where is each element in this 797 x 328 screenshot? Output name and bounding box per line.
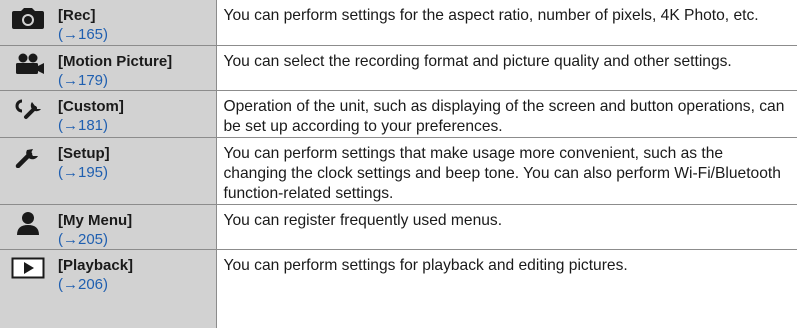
description: You can perform settings that make usage…	[215, 137, 797, 205]
description: You can perform settings for playback an…	[215, 249, 797, 328]
page-ref-link[interactable]: (→206)	[58, 275, 210, 294]
page-ref-link[interactable]: (→165)	[58, 25, 210, 44]
table-row: [My Menu] (→205) You can register freque…	[0, 204, 797, 250]
description: You can select the recording format and …	[215, 45, 797, 91]
menu-label: [Playback]	[58, 256, 134, 274]
menu-name-cell: [Rec] (→165)	[58, 0, 216, 46]
table-row: [Motion Picture] (→179) You can select t…	[0, 45, 797, 91]
motion-picture-icon	[10, 52, 46, 76]
table-row: [Setup] (→195) You can perform settings …	[0, 137, 797, 205]
page-ref-link[interactable]: (→205)	[58, 230, 210, 249]
menu-label: [My Menu]	[58, 211, 133, 229]
wrench-icon	[10, 144, 46, 168]
menu-label: [Setup]	[58, 144, 110, 162]
page-ref-link[interactable]: (→179)	[58, 71, 210, 90]
menu-name-cell: [Motion Picture] (→179)	[58, 45, 216, 91]
icon-cell	[0, 0, 58, 46]
table-row: [Rec] (→165) You can perform settings fo…	[0, 0, 797, 46]
menu-label: [Custom]	[58, 97, 124, 115]
page-ref-link[interactable]: (→195)	[58, 163, 210, 182]
icon-cell	[0, 45, 58, 91]
description: You can register frequently used menus.	[215, 204, 797, 250]
icon-cell	[0, 249, 58, 328]
menu-label: [Rec]	[58, 7, 96, 24]
icon-cell	[0, 90, 58, 138]
custom-icon	[10, 97, 46, 121]
menu-name-cell: [Setup] (→195)	[58, 137, 216, 205]
description: You can perform settings for the aspect …	[215, 0, 797, 46]
menu-label: [Motion Picture]	[58, 52, 173, 70]
menu-name-cell: [Playback] (→206)	[58, 249, 216, 328]
playback-icon	[10, 256, 46, 280]
table-row: [Custom] (→181) Operation of the unit, s…	[0, 90, 797, 138]
camera-icon	[10, 6, 46, 30]
page-ref-link[interactable]: (→181)	[58, 116, 210, 135]
menu-table: [Rec] (→165) You can perform settings fo…	[0, 0, 797, 328]
person-icon	[10, 211, 46, 235]
menu-name-cell: [Custom] (→181)	[58, 90, 216, 138]
table-row: [Playback] (→206) You can perform settin…	[0, 249, 797, 328]
menu-name-cell: [My Menu] (→205)	[58, 204, 216, 250]
icon-cell	[0, 204, 58, 250]
description: Operation of the unit, such as displayin…	[215, 90, 797, 138]
icon-cell	[0, 137, 58, 205]
